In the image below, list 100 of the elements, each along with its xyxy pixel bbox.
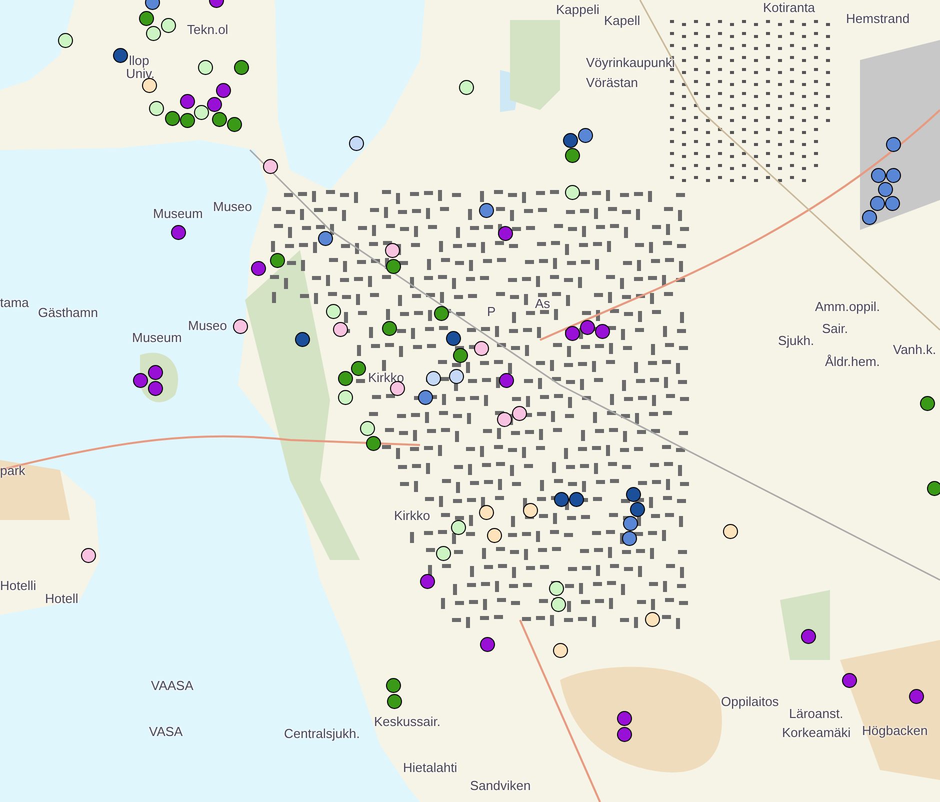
place-label: Kappeli <box>556 2 600 17</box>
map-marker[interactable] <box>212 112 227 127</box>
map-marker[interactable] <box>326 304 341 319</box>
map-marker[interactable] <box>580 320 595 335</box>
map-marker[interactable] <box>723 524 738 539</box>
map-marker[interactable] <box>630 502 645 517</box>
map-marker[interactable] <box>623 516 638 531</box>
map-marker[interactable] <box>446 331 461 346</box>
map-marker[interactable] <box>386 678 401 693</box>
map-marker[interactable] <box>595 324 610 339</box>
map-marker[interactable] <box>622 531 637 546</box>
place-label: Vörästan <box>586 75 638 90</box>
map-marker[interactable] <box>451 520 466 535</box>
map-marker[interactable] <box>263 159 278 174</box>
map-marker[interactable] <box>553 643 568 658</box>
map-marker[interactable] <box>645 612 660 627</box>
map-marker[interactable] <box>385 243 400 258</box>
map-marker[interactable] <box>563 133 578 148</box>
place-label: Sjukh. <box>778 333 814 348</box>
map-marker[interactable] <box>499 373 514 388</box>
place-label: Univ. <box>126 66 155 81</box>
map-marker[interactable] <box>227 117 242 132</box>
map-marker[interactable] <box>565 326 580 341</box>
map-marker[interactable] <box>927 481 940 496</box>
map-marker[interactable] <box>386 259 401 274</box>
map-marker[interactable] <box>626 487 641 502</box>
map-marker[interactable] <box>426 371 441 386</box>
map-marker[interactable] <box>81 548 96 563</box>
map-marker[interactable] <box>216 83 231 98</box>
map-marker[interactable] <box>360 421 375 436</box>
place-label: Museum <box>153 206 203 221</box>
map-marker[interactable] <box>149 101 164 116</box>
map-marker[interactable] <box>578 128 593 143</box>
map-marker[interactable] <box>142 78 157 93</box>
map-marker[interactable] <box>387 694 402 709</box>
map-marker[interactable] <box>165 111 180 126</box>
place-label: Oppilaitos <box>721 694 779 709</box>
map-marker[interactable] <box>161 18 176 33</box>
place-label: Vanh.k. <box>893 342 936 357</box>
map-marker[interactable] <box>338 371 353 386</box>
map-marker[interactable] <box>449 369 464 384</box>
map-marker[interactable] <box>180 94 195 109</box>
place-label: Museum <box>132 330 182 345</box>
map-marker[interactable] <box>565 148 580 163</box>
place-label: Hotell <box>45 591 78 606</box>
map-marker[interactable] <box>207 97 222 112</box>
map-marker[interactable] <box>479 203 494 218</box>
map-marker[interactable] <box>554 492 569 507</box>
map-marker[interactable] <box>366 436 381 451</box>
map-marker[interactable] <box>497 412 512 427</box>
map-marker[interactable] <box>480 637 495 652</box>
map-marker[interactable] <box>318 231 333 246</box>
map-marker[interactable] <box>842 673 857 688</box>
map-marker[interactable] <box>453 348 468 363</box>
place-label: Keskussair. <box>374 714 440 729</box>
place-label: As <box>535 296 550 311</box>
place-label: Vöyrinkaupunki <box>586 55 675 70</box>
map-marker[interactable] <box>459 80 474 95</box>
map-marker[interactable] <box>512 406 527 421</box>
place-label: Gästhamn <box>38 305 98 320</box>
map-marker[interactable] <box>180 113 195 128</box>
map-marker[interactable] <box>382 321 397 336</box>
place-label: Hemstrand <box>846 11 910 26</box>
map-marker[interactable] <box>474 341 489 356</box>
place-label: tama <box>0 295 29 310</box>
map-marker[interactable] <box>146 26 161 41</box>
map-marker[interactable] <box>434 306 449 321</box>
place-label: Högbacken <box>862 723 928 738</box>
place-label: Amm.oppil. <box>815 299 880 314</box>
map-marker[interactable] <box>436 546 451 561</box>
map-marker[interactable] <box>569 492 584 507</box>
map-marker[interactable] <box>498 226 513 241</box>
map-marker[interactable] <box>251 261 266 276</box>
place-label: Centralsjukh. <box>284 726 360 741</box>
place-label: park <box>0 463 26 478</box>
map-marker[interactable] <box>58 33 73 48</box>
map-marker[interactable] <box>234 60 249 75</box>
map-marker[interactable] <box>420 574 435 589</box>
map-marker[interactable] <box>523 503 538 518</box>
map-marker[interactable] <box>920 396 935 411</box>
map-marker[interactable] <box>565 185 580 200</box>
place-label: Hotelli <box>0 578 36 593</box>
map-marker[interactable] <box>270 253 285 268</box>
map-marker[interactable] <box>139 11 154 26</box>
place-label: Sandviken <box>470 778 531 793</box>
place-label: Läroanst. <box>789 706 844 721</box>
map-marker[interactable] <box>418 390 433 405</box>
map-marker[interactable] <box>351 361 366 376</box>
map-marker[interactable] <box>198 60 213 75</box>
map-marker[interactable] <box>113 48 128 63</box>
map-marker[interactable] <box>551 597 566 612</box>
map-marker[interactable] <box>549 581 564 596</box>
place-label: Tekn.ol <box>187 22 228 37</box>
map-marker[interactable] <box>338 390 353 405</box>
place-label: VASA <box>149 724 183 739</box>
map-marker[interactable] <box>479 505 494 520</box>
map-marker[interactable] <box>333 322 348 337</box>
map-marker[interactable] <box>487 528 502 543</box>
map-marker[interactable] <box>194 105 209 120</box>
map-marker[interactable] <box>390 381 405 396</box>
